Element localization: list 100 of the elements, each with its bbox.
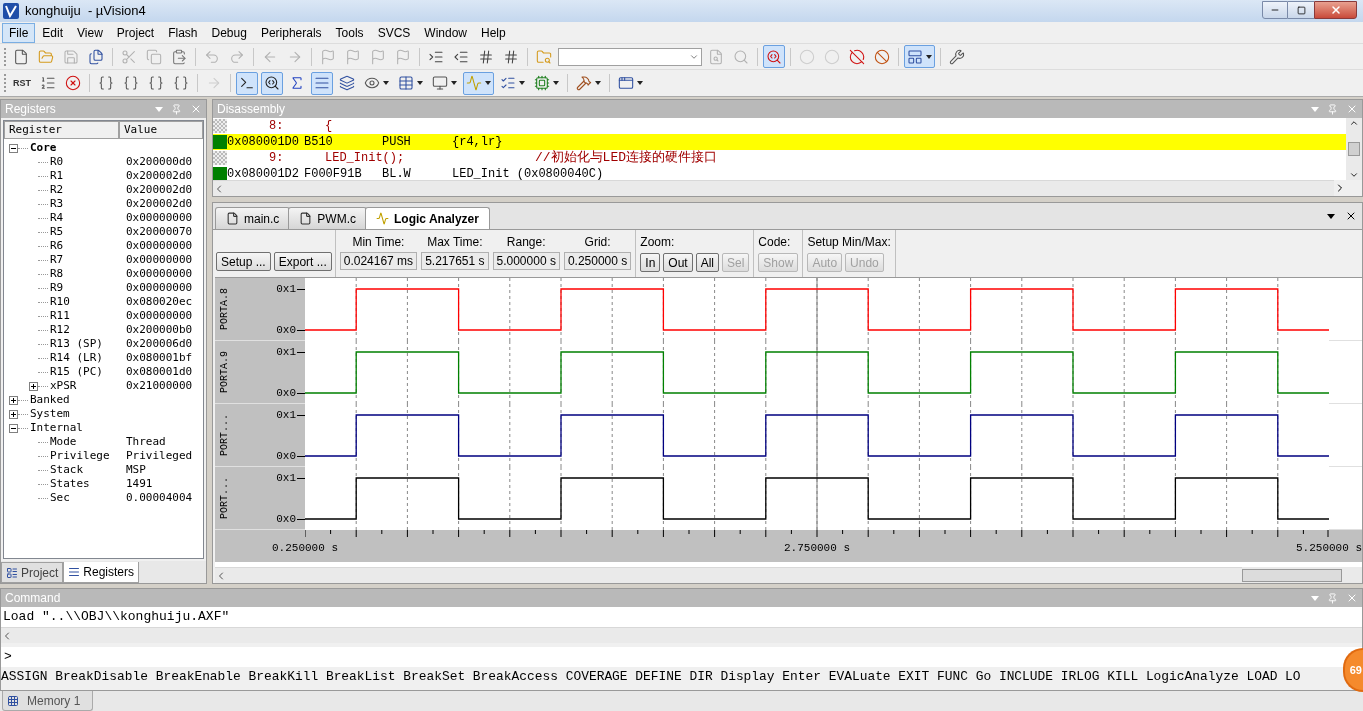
reset-button[interactable]: RST — [10, 71, 34, 95]
terminal-icon — [239, 75, 255, 91]
dropdown-icon[interactable] — [1327, 214, 1335, 219]
expand-toggle[interactable] — [9, 395, 18, 405]
register-value: 0x21000000 — [126, 377, 193, 394]
lines-icon — [68, 566, 81, 578]
opcode: F000F91B — [304, 166, 363, 180]
horizontal-scrollbar[interactable] — [1, 627, 1362, 643]
menu-item[interactable]: SVCS — [370, 22, 418, 43]
toolbar-grip[interactable] — [4, 74, 7, 92]
horizontal-scrollbar[interactable] — [215, 567, 1242, 583]
minus-icon — [11, 145, 16, 151]
menu-item[interactable]: File — [2, 22, 36, 43]
scroll-down-icon[interactable] — [1349, 170, 1359, 180]
ban-icon — [874, 48, 890, 65]
toolbar-button[interactable] — [261, 71, 283, 95]
bottom-tab[interactable]: Memory 1 — [2, 691, 94, 711]
register-value: 0x200000b0 — [126, 321, 193, 338]
register-value: 0x00000000 — [126, 251, 193, 268]
scroll-thumb[interactable] — [1242, 568, 1342, 582]
level-label: 0x1 — [276, 345, 296, 359]
panel-title: Command — [5, 590, 62, 607]
copy-icon — [146, 48, 162, 65]
scroll-thumb[interactable] — [1348, 142, 1360, 156]
panel-title: Registers — [5, 101, 57, 118]
file-icon — [299, 212, 313, 225]
register-value: 1491 — [126, 475, 153, 492]
caret-icon — [485, 81, 491, 85]
menu-item[interactable]: Help — [474, 22, 513, 43]
readout-field: 0.250000 s — [563, 252, 632, 270]
plus-icon — [11, 397, 16, 403]
register-value: 0x200006d0 — [126, 335, 193, 352]
time-label: 5.250000 s — [1296, 541, 1362, 556]
lines-icon — [314, 75, 330, 91]
flag-icon — [370, 48, 386, 65]
menu-item[interactable]: View — [70, 22, 110, 43]
new-file-icon — [13, 48, 29, 65]
signal-name[interactable]: PORTA.8 — [216, 288, 232, 330]
expand-toggle[interactable] — [9, 409, 18, 419]
column-header[interactable]: Register — [4, 121, 119, 139]
time-cursor[interactable] — [816, 404, 818, 467]
analyzer-button[interactable]: All — [695, 253, 719, 272]
column-header[interactable]: Value — [119, 121, 203, 139]
menu-item[interactable]: Flash — [161, 22, 205, 43]
collapse-toggle[interactable] — [9, 143, 18, 153]
close-button[interactable] — [1314, 1, 1357, 19]
combo-field[interactable] — [558, 47, 702, 66]
pin-icon[interactable] — [171, 103, 182, 115]
analyzer-button[interactable]: Export ... — [273, 252, 332, 271]
expand-toggle[interactable] — [29, 381, 38, 391]
flag-icon — [320, 48, 336, 65]
analyzer-button[interactable]: Setup ... — [216, 252, 271, 271]
level-label: 0x1 — [276, 408, 296, 422]
panel-tab[interactable]: Project — [1, 562, 64, 583]
pin-icon[interactable] — [1327, 103, 1338, 115]
scroll-up-icon[interactable] — [1349, 118, 1359, 128]
menu-item[interactable]: Project — [109, 22, 162, 43]
readout-field: 0.024167 ms — [339, 252, 418, 270]
group-label: Zoom: — [640, 234, 676, 250]
checklist-icon — [500, 75, 516, 91]
wrench-icon — [949, 48, 965, 65]
folder-icon — [38, 48, 54, 65]
editor-tab[interactable]: PWM.c — [288, 207, 367, 229]
toolbar-button[interactable] — [236, 71, 258, 95]
menu-item[interactable]: Window — [417, 22, 474, 43]
readout-field: 5.000000 s — [492, 252, 560, 270]
eye-icon — [364, 75, 380, 91]
editor-tab[interactable]: main.c — [215, 207, 291, 229]
menu-item[interactable]: Tools — [328, 22, 371, 43]
toolbar-dropdown-button[interactable] — [904, 45, 935, 68]
menu-item[interactable]: Debug — [204, 22, 254, 43]
signal-name[interactable]: PORT... — [216, 477, 232, 519]
register-value: 0x00000000 — [126, 307, 193, 324]
collapse-toggle[interactable] — [9, 423, 18, 433]
minus-icon — [11, 425, 16, 431]
menu-item[interactable]: Peripherals — [253, 22, 329, 43]
level-label: 0x0 — [276, 449, 296, 463]
window-layout-icon — [907, 48, 923, 65]
toolbar-grip[interactable] — [4, 47, 7, 66]
margin-marker — [213, 119, 227, 133]
vertical-scrollbar[interactable] — [1346, 118, 1362, 180]
sigma-icon — [289, 75, 305, 91]
command-prompt[interactable]: > — [4, 647, 12, 667]
mnemonic: BL.W — [382, 166, 412, 180]
register-value: 0x200000d0 — [126, 153, 193, 170]
analyzer-button[interactable]: In — [640, 253, 661, 272]
minimize-button[interactable] — [1262, 1, 1288, 19]
analyzer-button[interactable]: Out — [663, 253, 693, 272]
pin-icon[interactable] — [1327, 592, 1338, 604]
signal-name[interactable]: PORT... — [216, 414, 232, 456]
close-icon[interactable] — [1345, 210, 1357, 222]
horizontal-scrollbar[interactable] — [213, 180, 1334, 196]
menu-item[interactable]: Edit — [35, 22, 71, 43]
operands: LED_Init (0x0800040C) — [452, 166, 604, 180]
coverage-marker — [213, 167, 227, 180]
time-cursor[interactable] — [816, 467, 818, 530]
signal-name[interactable]: PORTA.9 — [216, 351, 232, 393]
maximize-button[interactable] — [1288, 1, 1314, 19]
editor-tab[interactable]: Logic Analyzer — [365, 207, 490, 229]
panel-tab[interactable]: Registers — [63, 562, 140, 583]
